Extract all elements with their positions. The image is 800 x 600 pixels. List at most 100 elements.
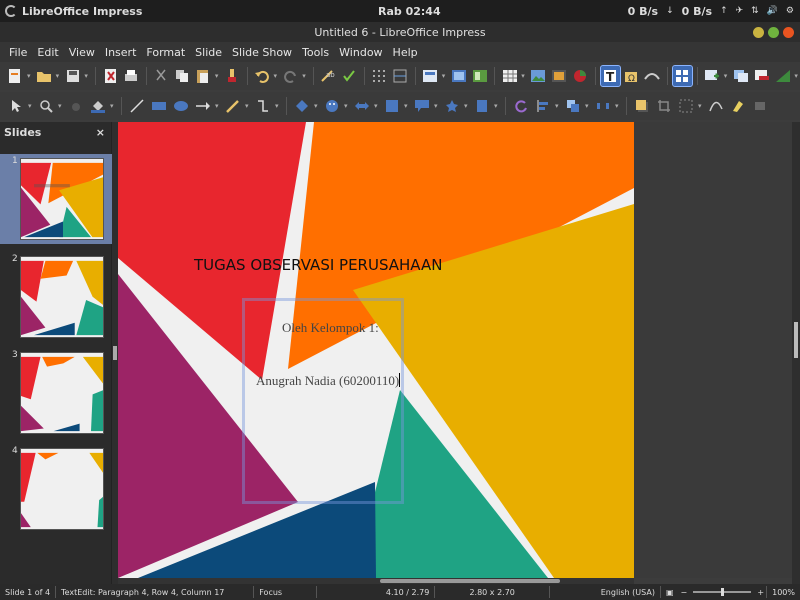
slide-thumbnail-4[interactable]: 4 <box>0 444 112 534</box>
insert-text-box-icon[interactable]: T <box>599 65 621 87</box>
chevron-down-icon[interactable]: ▾ <box>442 72 448 80</box>
sidebar-deck-edge[interactable] <box>792 122 800 584</box>
rectangle-tool-icon[interactable] <box>149 96 169 116</box>
chevron-down-icon[interactable]: ▾ <box>494 102 500 110</box>
zoom-level[interactable]: 100% <box>766 586 800 598</box>
maximize-button[interactable] <box>768 26 779 38</box>
chevron-down-icon[interactable]: ▾ <box>344 102 350 110</box>
chevron-down-icon[interactable]: ▾ <box>110 102 116 110</box>
helplines-icon[interactable] <box>391 66 410 86</box>
start-from-current-icon[interactable] <box>470 66 489 86</box>
menu-format[interactable]: Format <box>141 46 190 59</box>
system-clock[interactable]: Rab 02:44 <box>378 5 441 18</box>
symbol-shapes-icon[interactable] <box>322 96 342 116</box>
menu-insert[interactable]: Insert <box>100 46 142 59</box>
align-objects-icon[interactable] <box>533 96 553 116</box>
chevron-down-icon[interactable]: ▾ <box>302 72 308 80</box>
chevron-down-icon[interactable]: ▾ <box>434 102 440 110</box>
window-title-bar[interactable]: Untitled 6 - LibreOffice Impress <box>0 22 800 42</box>
chevron-down-icon[interactable]: ▾ <box>314 102 320 110</box>
chevron-down-icon[interactable]: ▾ <box>28 102 34 110</box>
document-modified-icon[interactable]: ▣ <box>661 586 679 598</box>
zoom-slider-thumb[interactable] <box>721 588 725 596</box>
3d-objects-icon[interactable] <box>472 96 492 116</box>
block-arrows-icon[interactable] <box>352 96 372 116</box>
menu-file[interactable]: File <box>4 46 32 59</box>
scrollbar-thumb[interactable] <box>380 579 560 583</box>
slide-title-text[interactable]: TUGAS OBSERVASI PERUSAHAAN <box>194 256 442 274</box>
chevron-down-icon[interactable]: ▾ <box>794 72 800 80</box>
slide-subtitle-line-1[interactable]: Oleh Kelompok 1: <box>282 320 379 336</box>
airplane-mode-icon[interactable]: ✈ <box>736 6 744 16</box>
save-icon[interactable] <box>63 66 82 86</box>
cut-icon[interactable] <box>152 66 171 86</box>
minimize-button[interactable] <box>753 26 764 38</box>
new-document-icon[interactable] <box>6 66 25 86</box>
arrange-icon[interactable] <box>563 96 583 116</box>
undo-icon[interactable] <box>253 66 272 86</box>
ellipse-tool-icon[interactable] <box>171 96 191 116</box>
chevron-down-icon[interactable]: ▾ <box>274 72 280 80</box>
active-app-name[interactable]: LibreOffice Impress <box>22 5 142 18</box>
basic-shapes-icon[interactable] <box>292 96 312 116</box>
select-arrow-icon[interactable] <box>6 96 26 116</box>
chevron-down-icon[interactable]: ▾ <box>58 102 64 110</box>
auto-spellcheck-icon[interactable] <box>340 66 359 86</box>
paste-icon[interactable] <box>194 66 213 86</box>
start-slideshow-icon[interactable] <box>449 66 468 86</box>
arrow-line-icon[interactable] <box>193 96 213 116</box>
volume-icon[interactable]: 🔊 <box>767 6 778 16</box>
chevron-down-icon[interactable]: ▾ <box>84 72 90 80</box>
zoom-in-icon[interactable]: + <box>755 588 766 597</box>
master-slide-name[interactable]: Focus <box>254 586 317 598</box>
menu-help[interactable]: Help <box>388 46 423 59</box>
points-edit-icon[interactable] <box>706 96 726 116</box>
export-pdf-icon[interactable] <box>101 66 120 86</box>
fill-color-icon[interactable] <box>88 96 108 116</box>
slide-thumbnail-1[interactable]: 1 <box>0 154 112 244</box>
open-folder-icon[interactable] <box>35 66 54 86</box>
chevron-down-icon[interactable]: ▾ <box>585 102 591 110</box>
chevron-down-icon[interactable]: ▾ <box>555 102 561 110</box>
chevron-down-icon[interactable]: ▾ <box>245 102 251 110</box>
print-icon[interactable] <box>122 66 141 86</box>
language-status[interactable]: English (USA) <box>550 586 661 598</box>
menu-window[interactable]: Window <box>334 46 387 59</box>
menu-slide-show[interactable]: Slide Show <box>227 46 297 59</box>
clone-formatting-icon[interactable] <box>223 66 242 86</box>
shadow-icon[interactable] <box>632 96 652 116</box>
close-pane-icon[interactable]: × <box>96 126 105 139</box>
chevron-down-icon[interactable]: ▾ <box>521 72 527 80</box>
menu-slide[interactable]: Slide <box>190 46 227 59</box>
slide-transition-icon[interactable] <box>773 66 792 86</box>
duplicate-slide-icon[interactable] <box>731 66 750 86</box>
chevron-down-icon[interactable]: ▾ <box>215 72 221 80</box>
new-slide-icon[interactable] <box>703 66 722 86</box>
curve-tool-icon[interactable] <box>223 96 243 116</box>
line-tool-icon[interactable] <box>127 96 147 116</box>
copy-icon[interactable] <box>173 66 192 86</box>
insert-fontwork-icon[interactable] <box>643 66 662 86</box>
current-slide-canvas[interactable]: TUGAS OBSERVASI PERUSAHAAN Oleh Kelompok… <box>118 122 634 578</box>
pan-icon[interactable] <box>66 96 86 116</box>
redo-icon[interactable] <box>281 66 300 86</box>
zoom-icon[interactable] <box>36 96 56 116</box>
slide-thumbnail-3[interactable]: 3 <box>0 348 112 438</box>
chevron-down-icon[interactable]: ▾ <box>27 72 33 80</box>
display-views-icon[interactable] <box>671 65 693 87</box>
insert-chart-icon[interactable] <box>571 66 590 86</box>
chevron-down-icon[interactable]: ▾ <box>374 102 380 110</box>
chevron-down-icon[interactable]: ▾ <box>404 102 410 110</box>
chevron-down-icon[interactable]: ▾ <box>698 102 704 110</box>
chevron-down-icon[interactable]: ▾ <box>275 102 281 110</box>
sidebar-toggle-handle[interactable] <box>794 322 798 358</box>
insert-image-icon[interactable] <box>529 66 548 86</box>
connector-icon[interactable] <box>253 96 273 116</box>
zoom-slider[interactable] <box>693 588 752 596</box>
insert-table-icon[interactable] <box>500 66 519 86</box>
chevron-down-icon[interactable]: ▾ <box>56 72 62 80</box>
insert-special-character-icon[interactable]: Ω <box>622 66 641 86</box>
keyboard-layout-icon[interactable]: ⇅ <box>751 6 759 16</box>
glue-points-icon[interactable] <box>728 96 748 116</box>
menu-tools[interactable]: Tools <box>297 46 334 59</box>
